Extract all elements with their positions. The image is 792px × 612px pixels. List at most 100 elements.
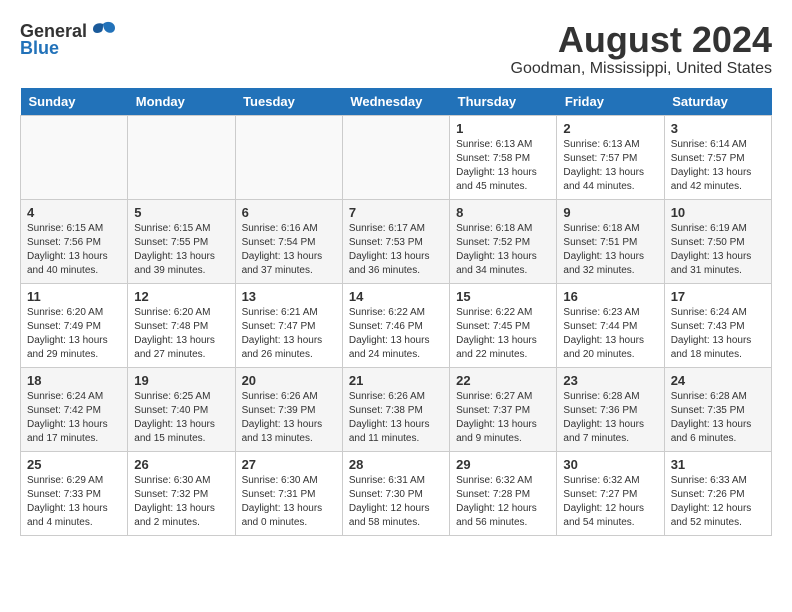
day-number: 5 xyxy=(134,205,228,220)
calendar-cell-w4-d6: 23Sunrise: 6:28 AMSunset: 7:36 PMDayligh… xyxy=(557,367,664,451)
calendar-cell-w4-d3: 20Sunrise: 6:26 AMSunset: 7:39 PMDayligh… xyxy=(235,367,342,451)
day-info: Sunrise: 6:24 AMSunset: 7:42 PMDaylight:… xyxy=(27,390,121,446)
week-row-2: 4 Sunrise: 6:15 AMSunset: 7:56 PMDaylight… xyxy=(21,199,772,283)
col-friday: Friday xyxy=(557,88,664,116)
col-monday: Monday xyxy=(128,88,235,116)
day-number: 10 xyxy=(671,205,765,220)
calendar-cell-w1-d6: 2 Sunrise: 6:13 AMSunset: 7:57 PMDaylight… xyxy=(557,115,664,199)
calendar-cell-w3-d5: 15 Sunrise: 6:22 AMSunset: 7:45 PMDayligh… xyxy=(450,283,557,367)
calendar-cell-w2-d1: 4 Sunrise: 6:15 AMSunset: 7:56 PMDaylight… xyxy=(21,199,128,283)
day-number: 24 xyxy=(671,373,765,388)
day-number: 30 xyxy=(563,457,657,472)
calendar-cell-w3-d7: 17 Sunrise: 6:24 AMSunset: 7:43 PMDayligh… xyxy=(664,283,771,367)
month-title: August 2024 xyxy=(511,20,772,60)
calendar-header-row: Sunday Monday Tuesday Wednesday Thursday… xyxy=(21,88,772,116)
calendar-cell-w1-d7: 3Sunrise: 6:14 AMSunset: 7:57 PMDaylight… xyxy=(664,115,771,199)
calendar-cell-w2-d7: 10Sunrise: 6:19 AMSunset: 7:50 PMDayligh… xyxy=(664,199,771,283)
day-number: 11 xyxy=(27,289,121,304)
calendar-cell-w2-d4: 7 Sunrise: 6:17 AMSunset: 7:53 PMDaylight… xyxy=(342,199,449,283)
calendar-cell-w5-d7: 31 Sunrise: 6:33 AMSunset: 7:26 PMDayligh… xyxy=(664,451,771,535)
day-number: 19 xyxy=(134,373,228,388)
day-info: Sunrise: 6:30 AMSunset: 7:32 PMDaylight:… xyxy=(134,474,228,530)
week-row-5: 25 Sunrise: 6:29 AMSunset: 7:33 PMDayligh… xyxy=(21,451,772,535)
calendar-cell-w2-d6: 9Sunrise: 6:18 AMSunset: 7:51 PMDaylight… xyxy=(557,199,664,283)
logo-blue-text: Blue xyxy=(20,38,59,59)
day-number: 2 xyxy=(563,121,657,136)
day-number: 12 xyxy=(134,289,228,304)
day-info: Sunrise: 6:25 AMSunset: 7:40 PMDaylight:… xyxy=(134,390,228,446)
calendar-cell-w5-d5: 29 Sunrise: 6:32 AMSunset: 7:28 PMDayligh… xyxy=(450,451,557,535)
day-info: Sunrise: 6:13 AMSunset: 7:58 PMDaylight:… xyxy=(456,138,550,194)
day-info: Sunrise: 6:22 AMSunset: 7:45 PMDaylight:… xyxy=(456,306,550,362)
day-number: 6 xyxy=(242,205,336,220)
calendar-cell-w5-d6: 30Sunrise: 6:32 AMSunset: 7:27 PMDayligh… xyxy=(557,451,664,535)
day-number: 22 xyxy=(456,373,550,388)
calendar-cell-w2-d2: 5 Sunrise: 6:15 AMSunset: 7:55 PMDaylight… xyxy=(128,199,235,283)
calendar-cell-w3-d3: 13 Sunrise: 6:21 AMSunset: 7:47 PMDayligh… xyxy=(235,283,342,367)
calendar-cell-w5-d4: 28 Sunrise: 6:31 AMSunset: 7:30 PMDayligh… xyxy=(342,451,449,535)
calendar-cell-w5-d2: 26Sunrise: 6:30 AMSunset: 7:32 PMDayligh… xyxy=(128,451,235,535)
calendar-cell-w3-d6: 16 Sunrise: 6:23 AMSunset: 7:44 PMDayligh… xyxy=(557,283,664,367)
day-number: 9 xyxy=(563,205,657,220)
col-wednesday: Wednesday xyxy=(342,88,449,116)
day-info: Sunrise: 6:29 AMSunset: 7:33 PMDaylight:… xyxy=(27,474,121,530)
day-info: Sunrise: 6:32 AMSunset: 7:28 PMDaylight:… xyxy=(456,474,550,530)
day-number: 14 xyxy=(349,289,443,304)
day-number: 7 xyxy=(349,205,443,220)
day-info: Sunrise: 6:13 AMSunset: 7:57 PMDaylight:… xyxy=(563,138,657,194)
day-number: 21 xyxy=(349,373,443,388)
day-number: 20 xyxy=(242,373,336,388)
day-number: 13 xyxy=(242,289,336,304)
calendar-cell-w4-d5: 22Sunrise: 6:27 AMSunset: 7:37 PMDayligh… xyxy=(450,367,557,451)
location: Goodman, Mississippi, United States xyxy=(511,60,772,78)
day-number: 3 xyxy=(671,121,765,136)
calendar-cell-w1-d1 xyxy=(21,115,128,199)
calendar-cell-w1-d3 xyxy=(235,115,342,199)
day-number: 8 xyxy=(456,205,550,220)
calendar-cell-w3-d1: 11Sunrise: 6:20 AMSunset: 7:49 PMDayligh… xyxy=(21,283,128,367)
day-number: 25 xyxy=(27,457,121,472)
day-number: 27 xyxy=(242,457,336,472)
col-sunday: Sunday xyxy=(21,88,128,116)
day-number: 4 xyxy=(27,205,121,220)
calendar-cell-w1-d2 xyxy=(128,115,235,199)
day-number: 15 xyxy=(456,289,550,304)
day-info: Sunrise: 6:20 AMSunset: 7:48 PMDaylight:… xyxy=(134,306,228,362)
logo-bird-icon xyxy=(89,20,117,42)
day-number: 17 xyxy=(671,289,765,304)
calendar-cell-w4-d4: 21 Sunrise: 6:26 AMSunset: 7:38 PMDayligh… xyxy=(342,367,449,451)
title-section: August 2024 Goodman, Mississippi, United… xyxy=(511,20,772,78)
day-info: Sunrise: 6:22 AMSunset: 7:46 PMDaylight:… xyxy=(349,306,443,362)
calendar-cell-w3-d2: 12 Sunrise: 6:20 AMSunset: 7:48 PMDayligh… xyxy=(128,283,235,367)
day-info: Sunrise: 6:28 AMSunset: 7:36 PMDaylight:… xyxy=(563,390,657,446)
day-number: 31 xyxy=(671,457,765,472)
header: General Blue August 2024 Goodman, Missis… xyxy=(20,20,772,78)
calendar-cell-w4-d7: 24 Sunrise: 6:28 AMSunset: 7:35 PMDayligh… xyxy=(664,367,771,451)
day-info: Sunrise: 6:33 AMSunset: 7:26 PMDaylight:… xyxy=(671,474,765,530)
day-info: Sunrise: 6:23 AMSunset: 7:44 PMDaylight:… xyxy=(563,306,657,362)
day-number: 28 xyxy=(349,457,443,472)
day-number: 18 xyxy=(27,373,121,388)
calendar-cell-w4-d2: 19 Sunrise: 6:25 AMSunset: 7:40 PMDayligh… xyxy=(128,367,235,451)
day-info: Sunrise: 6:26 AMSunset: 7:38 PMDaylight:… xyxy=(349,390,443,446)
day-info: Sunrise: 6:21 AMSunset: 7:47 PMDaylight:… xyxy=(242,306,336,362)
day-info: Sunrise: 6:24 AMSunset: 7:43 PMDaylight:… xyxy=(671,306,765,362)
day-number: 29 xyxy=(456,457,550,472)
calendar-cell-w5-d3: 27Sunrise: 6:30 AMSunset: 7:31 PMDayligh… xyxy=(235,451,342,535)
calendar-cell-w3-d4: 14 Sunrise: 6:22 AMSunset: 7:46 PMDayligh… xyxy=(342,283,449,367)
col-thursday: Thursday xyxy=(450,88,557,116)
day-number: 16 xyxy=(563,289,657,304)
day-info: Sunrise: 6:17 AMSunset: 7:53 PMDaylight:… xyxy=(349,222,443,278)
page-container: General Blue August 2024 Goodman, Missis… xyxy=(20,20,772,536)
day-info: Sunrise: 6:15 AMSunset: 7:55 PMDaylight:… xyxy=(134,222,228,278)
day-info: Sunrise: 6:31 AMSunset: 7:30 PMDaylight:… xyxy=(349,474,443,530)
day-info: Sunrise: 6:18 AMSunset: 7:52 PMDaylight:… xyxy=(456,222,550,278)
day-info: Sunrise: 6:15 AMSunset: 7:56 PMDaylight:… xyxy=(27,222,121,278)
calendar-table: Sunday Monday Tuesday Wednesday Thursday… xyxy=(20,88,772,536)
day-info: Sunrise: 6:16 AMSunset: 7:54 PMDaylight:… xyxy=(242,222,336,278)
day-info: Sunrise: 6:28 AMSunset: 7:35 PMDaylight:… xyxy=(671,390,765,446)
calendar-cell-w1-d4 xyxy=(342,115,449,199)
week-row-1: 1 Sunrise: 6:13 AMSunset: 7:58 PMDaylight… xyxy=(21,115,772,199)
calendar-cell-w1-d5: 1 Sunrise: 6:13 AMSunset: 7:58 PMDaylight… xyxy=(450,115,557,199)
day-number: 1 xyxy=(456,121,550,136)
